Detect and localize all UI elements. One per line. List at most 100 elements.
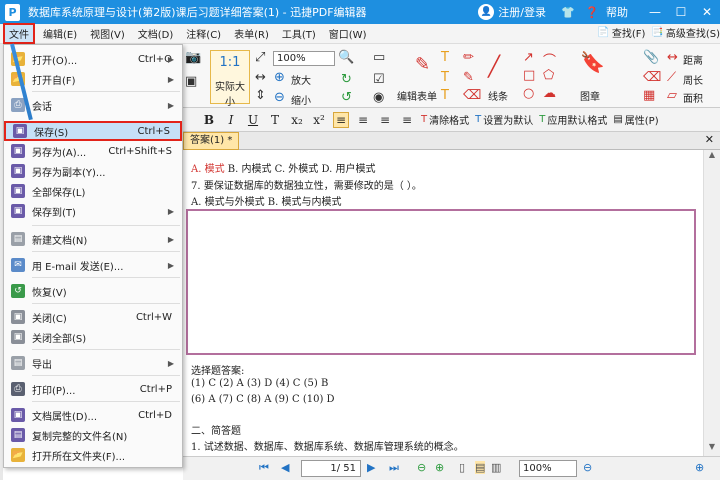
cloud-shape-icon[interactable]: ☁ bbox=[543, 86, 556, 101]
menu-document[interactable]: 文档(D) bbox=[133, 24, 179, 43]
file-menu-print[interactable]: ⎙ 打印(P)... Ctrl+P bbox=[4, 379, 182, 399]
edit-form-icon[interactable]: ✎ bbox=[415, 54, 430, 75]
align-left-icon[interactable]: ≡ bbox=[333, 111, 349, 128]
document-tab[interactable]: 答案(1) * bbox=[183, 132, 240, 150]
zoom-tool-icon[interactable]: 🔍 bbox=[338, 50, 354, 65]
line-label[interactable]: 线条 bbox=[488, 88, 508, 103]
close-tab-icon[interactable]: ✕ bbox=[705, 133, 714, 146]
eraser-tool-icon[interactable]: ⌫ bbox=[643, 70, 661, 85]
checkbox-icon[interactable]: ☑ bbox=[373, 72, 385, 87]
document-viewport[interactable]: A. 模式 B. 内模式 C. 外模式 D. 用户模式 7. 要保证数据库的数据… bbox=[183, 150, 703, 456]
rotate-back-icon[interactable]: ↺ bbox=[341, 90, 352, 105]
help-link[interactable]: 帮助 bbox=[606, 4, 628, 20]
forward-icon[interactable]: ⊕ bbox=[435, 461, 444, 474]
pencil-icon[interactable]: ✏ bbox=[463, 50, 474, 65]
skin-icon[interactable]: 👕 bbox=[558, 6, 578, 19]
circle-shape-icon[interactable]: ○ bbox=[523, 86, 534, 101]
strikethrough-icon[interactable]: T bbox=[267, 113, 283, 127]
status-zoom-select[interactable]: 100% bbox=[519, 460, 577, 477]
underline-icon[interactable]: U bbox=[245, 113, 261, 127]
user-avatar-icon[interactable]: 👤 bbox=[478, 4, 495, 20]
rectangle-shape-icon[interactable]: □ bbox=[523, 68, 535, 83]
file-menu-restore[interactable]: ↺ 恢复(V) bbox=[4, 281, 182, 301]
edit-form-label[interactable]: 编辑表单 bbox=[397, 88, 437, 103]
textbox-tool-icon[interactable]: T bbox=[441, 70, 449, 85]
eraser-icon[interactable]: ⌫ bbox=[463, 88, 481, 103]
zoom-select[interactable]: 100% bbox=[273, 51, 335, 66]
properties-button[interactable]: ▤ 属性(P) bbox=[613, 112, 658, 127]
stamp-icon[interactable]: 🔖 bbox=[580, 50, 605, 74]
pentagon-shape-icon[interactable]: ⬠ bbox=[543, 68, 554, 83]
file-menu-close-all[interactable]: ▣ 关闭全部(S) bbox=[4, 327, 182, 347]
help-icon[interactable]: ❓ bbox=[582, 6, 602, 19]
fit-visible-icon[interactable]: ⇕ bbox=[255, 88, 266, 103]
area-label[interactable]: 面积 bbox=[683, 90, 703, 105]
bold-icon[interactable]: B bbox=[201, 113, 217, 127]
rotate-icon[interactable]: ↻ bbox=[341, 72, 352, 87]
vertical-scrollbar[interactable]: ▲ ▼ bbox=[703, 150, 720, 456]
file-menu-save[interactable]: ▣ 保存(S) Ctrl+S bbox=[4, 121, 182, 141]
camera-icon[interactable]: 📷 bbox=[185, 50, 201, 65]
arrow-shape-icon[interactable]: ↗ bbox=[523, 50, 534, 65]
fit-width-icon[interactable]: ↔ bbox=[255, 70, 266, 85]
zoom-in-icon[interactable]: ⊕ bbox=[274, 70, 285, 85]
file-menu-document-properties[interactable]: ▣ 文档属性(D)... Ctrl+D bbox=[4, 405, 182, 425]
apply-default-button[interactable]: T 应用默认格式 bbox=[539, 112, 607, 127]
file-menu-save-copy[interactable]: ▣ 另存为副本(Y)... bbox=[4, 161, 182, 181]
file-menu-save-to[interactable]: ▣ 保存到(T) ▶ bbox=[4, 201, 182, 221]
stamp-label[interactable]: 图章 bbox=[580, 88, 600, 103]
page-number-field[interactable]: 1/ 51 bbox=[301, 460, 361, 477]
previous-page-icon[interactable]: ◀ bbox=[281, 461, 289, 474]
fit-page-icon[interactable]: ⤢ bbox=[255, 50, 265, 65]
find-button[interactable]: 📄 查找(F) bbox=[597, 25, 645, 40]
status-zoom-in-icon[interactable]: ⊕ bbox=[695, 461, 704, 474]
attach-icon[interactable]: 📎 bbox=[643, 50, 659, 65]
text-tool-icon[interactable]: T bbox=[441, 50, 449, 65]
file-menu-open-from[interactable]: 📂打开自(F)▶ bbox=[4, 69, 182, 89]
back-icon[interactable]: ⊖ bbox=[417, 461, 426, 474]
login-link[interactable]: 注册/登录 bbox=[498, 4, 546, 20]
file-menu-close[interactable]: ▣ 关闭(C) Ctrl+W bbox=[4, 307, 182, 327]
radio-icon[interactable]: ◉ bbox=[373, 90, 384, 105]
justify-icon[interactable]: ≡ bbox=[399, 113, 415, 127]
distance-icon[interactable]: ↔ bbox=[667, 50, 678, 65]
menu-window[interactable]: 窗口(W) bbox=[324, 24, 372, 43]
text-field-icon[interactable]: ▭ bbox=[373, 50, 385, 65]
file-menu-new-document[interactable]: ▤ 新建文档(N) ▶ bbox=[4, 229, 182, 249]
two-page-icon[interactable]: ▥ bbox=[491, 461, 501, 474]
italic-icon[interactable]: I bbox=[223, 113, 239, 127]
highlight-icon[interactable]: ✎ bbox=[463, 70, 474, 85]
menu-tools[interactable]: 工具(T) bbox=[277, 24, 321, 43]
zoom-in-label[interactable]: 放大 bbox=[291, 72, 311, 87]
scroll-down-icon[interactable]: ▼ bbox=[704, 442, 720, 456]
maximize-icon[interactable]: ☐ bbox=[668, 5, 694, 19]
file-menu-save-as[interactable]: ▣ 另存为(A)... Ctrl+Shift+S bbox=[4, 141, 182, 161]
menu-file[interactable]: 文件 bbox=[3, 23, 35, 44]
perimeter-label[interactable]: 周长 bbox=[683, 72, 703, 87]
callout-tool-icon[interactable]: T bbox=[441, 88, 449, 103]
file-menu-export[interactable]: ▤ 导出 ▶ bbox=[4, 353, 182, 373]
clear-format-button[interactable]: T 清除格式 bbox=[421, 112, 469, 127]
zoom-out-icon[interactable]: ⊖ bbox=[274, 90, 285, 105]
align-right-icon[interactable]: ≡ bbox=[377, 113, 393, 127]
next-page-icon[interactable]: ▶ bbox=[367, 461, 375, 474]
file-menu-open-folder[interactable]: 📂 打开所在文件夹(F)... bbox=[4, 445, 182, 465]
set-default-button[interactable]: T 设置为默认 bbox=[475, 112, 533, 127]
continuous-page-icon[interactable]: ▤ bbox=[475, 461, 486, 474]
first-page-icon[interactable]: ⏮ bbox=[259, 461, 269, 475]
align-center-icon[interactable]: ≡ bbox=[355, 113, 371, 127]
perimeter-icon[interactable]: ⟋ bbox=[667, 70, 676, 85]
minimize-icon[interactable]: — bbox=[642, 5, 668, 19]
file-menu-save-all[interactable]: ▣ 全部保存(L) bbox=[4, 181, 182, 201]
area-icon[interactable]: ▱ bbox=[667, 88, 677, 103]
menu-form[interactable]: 表单(R) bbox=[229, 24, 274, 43]
last-page-icon[interactable]: ⏭ bbox=[389, 461, 399, 475]
menu-comment[interactable]: 注释(C) bbox=[181, 24, 226, 43]
menu-edit[interactable]: 编辑(E) bbox=[38, 24, 82, 43]
zoom-out-label[interactable]: 缩小 bbox=[291, 92, 311, 107]
file-menu-send-email[interactable]: ✉ 用 E-mail 发送(E)... ▶ bbox=[4, 255, 182, 275]
single-page-icon[interactable]: ▯ bbox=[459, 461, 465, 474]
advanced-find-button[interactable]: 📑 高级查找(S) bbox=[651, 25, 720, 40]
actual-size-button[interactable]: 1:1 实际大小 bbox=[210, 50, 250, 108]
arc-shape-icon[interactable]: ⌒ bbox=[543, 50, 556, 69]
